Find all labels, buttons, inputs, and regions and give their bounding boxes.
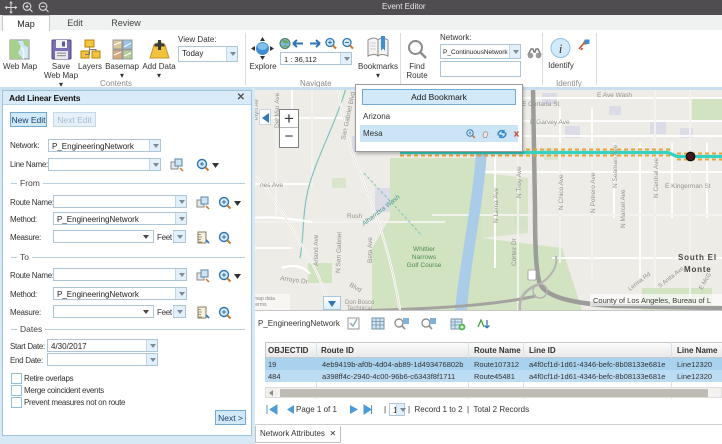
- svg-text:N Lema Ave: N Lema Ave: [493, 187, 500, 223]
- svg-text:terms: terms: [254, 302, 267, 308]
- svg-text:N Seaman Ave: N Seaman Ave: [612, 144, 619, 188]
- svg-text:N Marcel Ave: N Marcel Ave: [620, 189, 627, 228]
- svg-text:N Central Ave: N Central Ave: [653, 158, 660, 198]
- svg-text:Monte: Monte: [684, 265, 712, 274]
- svg-text:N Troy Ave: N Troy Ave: [516, 166, 523, 198]
- svg-text:Cortez Dr: Cortez Dr: [511, 237, 518, 266]
- svg-text:Whittier: Whittier: [413, 246, 436, 253]
- svg-text:i: i: [559, 41, 563, 56]
- svg-text:Rush: Rush: [347, 213, 363, 220]
- svg-text:Arland Ave: Arland Ave: [313, 234, 320, 266]
- svg-text:Beta Ave: Beta Ave: [367, 237, 374, 263]
- svg-text:E Ave Wash: E Ave Wash: [597, 92, 632, 99]
- svg-text:E Cortada St: E Cortada St: [522, 101, 559, 108]
- svg-text:E Kingerman St: E Kingerman St: [665, 183, 711, 190]
- svg-text:N Potrero Ave: N Potrero Ave: [590, 172, 597, 213]
- svg-text:Narrows: Narrows: [412, 254, 437, 261]
- svg-text:County of Los Angeles, Bureau: County of Los Angeles, Bureau of L: [593, 296, 711, 305]
- svg-text:E Garvey Ave: E Garvey Ave: [530, 119, 570, 126]
- svg-text:N Chico Ave: N Chico Ave: [558, 174, 565, 210]
- svg-text:Golf Course: Golf Course: [407, 262, 442, 269]
- svg-text:N San Gabriel: N San Gabriel: [335, 231, 343, 273]
- svg-text:South El: South El: [678, 253, 717, 262]
- svg-text:nes Ave: nes Ave: [260, 182, 283, 189]
